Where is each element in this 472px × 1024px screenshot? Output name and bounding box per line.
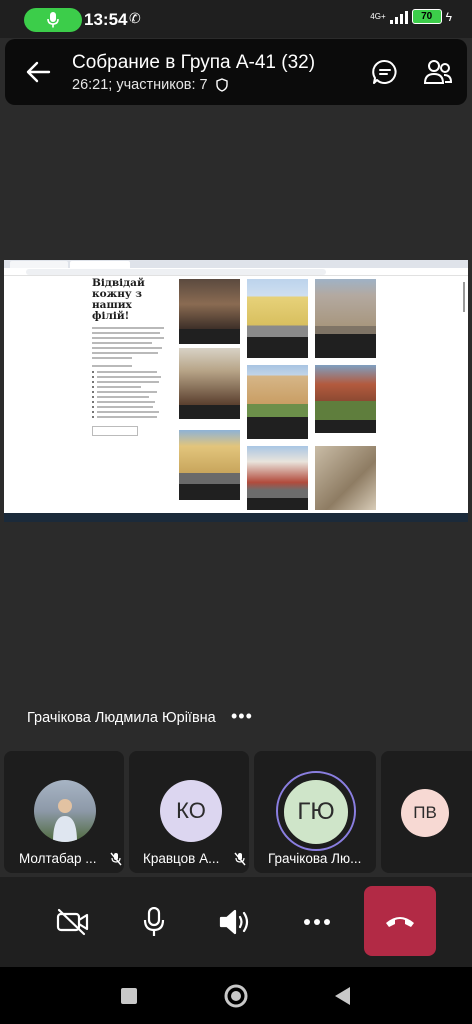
avatar: ПВ xyxy=(401,789,449,837)
status-bar: 13:54 ✆ 4G+ 70 ϟ xyxy=(0,0,472,38)
microphone-icon xyxy=(47,12,59,28)
end-call-button[interactable] xyxy=(364,886,436,956)
participant-name: Грачікова Лю... xyxy=(268,851,362,866)
shield-icon xyxy=(215,78,228,92)
back-button[interactable] xyxy=(23,57,55,87)
participant-tile[interactable]: ПВ xyxy=(381,751,472,873)
arrow-left-icon xyxy=(26,61,51,83)
recents-button[interactable] xyxy=(114,981,144,1011)
microphone-toggle-button[interactable] xyxy=(119,887,189,957)
chat-icon xyxy=(372,59,397,84)
meeting-subtitle: 26:21; участников: 7 xyxy=(72,77,228,93)
museum-card[interactable] xyxy=(315,446,376,510)
mic-active-indicator[interactable] xyxy=(24,8,82,32)
participant-tile[interactable]: Молтабар ... xyxy=(4,751,124,873)
meeting-header: Собрание в Група А-41 (32) 26:21; участн… xyxy=(5,39,467,105)
microphone-icon xyxy=(143,907,165,936)
avatar: КО xyxy=(160,780,222,842)
camera-off-icon xyxy=(56,908,89,936)
android-navigation-bar xyxy=(0,967,472,1024)
speaker-more-button[interactable]: ••• xyxy=(231,706,253,727)
museum-card[interactable] xyxy=(315,365,376,433)
page-intro: Відвідай кожну з наших філій! xyxy=(92,278,168,436)
page-heading: Відвідай кожну з наших філій! xyxy=(92,277,145,322)
square-icon xyxy=(121,988,137,1004)
museum-card[interactable] xyxy=(179,348,240,419)
speaker-toggle-button[interactable] xyxy=(200,887,270,957)
speaker-volume-icon xyxy=(219,909,249,935)
chat-button[interactable] xyxy=(370,57,400,87)
triangle-back-icon xyxy=(335,987,350,1005)
mic-off-icon xyxy=(234,852,246,866)
meeting-duration-participants: 26:21; участников: 7 xyxy=(72,77,208,93)
call-controls xyxy=(0,877,472,967)
participants-button[interactable] xyxy=(423,57,453,87)
avatar xyxy=(34,780,96,842)
participant-name: Молтабар ... xyxy=(19,851,97,866)
status-time: 13:54 xyxy=(84,10,128,29)
battery-icon: 70 xyxy=(411,9,442,24)
mic-off-icon xyxy=(110,852,122,866)
shared-screen[interactable]: Відвідай кожну з наших філій! xyxy=(4,260,468,522)
meeting-title: Собрание в Група А-41 (32) xyxy=(72,52,316,73)
more-options-button[interactable] xyxy=(282,887,352,957)
more-horizontal-icon xyxy=(304,919,330,925)
avatar-initials: ПВ xyxy=(413,803,437,822)
back-nav-button[interactable] xyxy=(327,981,357,1011)
camera-toggle-button[interactable] xyxy=(38,887,108,957)
museum-card[interactable] xyxy=(247,279,308,358)
signal-icon xyxy=(389,10,408,24)
participant-tile[interactable]: ГЮ Грачікова Лю... xyxy=(254,751,376,873)
phone-call-icon: ✆ xyxy=(129,10,141,26)
museum-card[interactable] xyxy=(179,430,240,500)
participant-tile[interactable]: КО Кравцов А... xyxy=(129,751,249,873)
person-photo-icon xyxy=(53,799,77,842)
page-scrollbar[interactable] xyxy=(463,282,465,312)
museum-card[interactable] xyxy=(315,279,376,358)
browser-tab-bar xyxy=(4,260,468,268)
museum-card[interactable] xyxy=(247,446,308,510)
windows-taskbar xyxy=(4,513,468,522)
network-type: 4G+ xyxy=(370,12,386,21)
speaker-name: Грачікова Людмила Юріївна xyxy=(27,710,216,726)
hang-up-icon xyxy=(386,917,414,927)
charging-icon: ϟ xyxy=(445,9,452,24)
status-indicators: 4G+ 70 ϟ xyxy=(370,9,452,24)
browser-address-bar xyxy=(4,268,468,276)
museum-card[interactable] xyxy=(179,279,240,344)
home-button[interactable] xyxy=(221,981,251,1011)
avatar: ГЮ xyxy=(281,777,351,847)
avatar-initials: КО xyxy=(176,798,206,823)
home-circle-icon xyxy=(224,984,248,1008)
participant-name: Кравцов А... xyxy=(143,851,220,866)
people-icon xyxy=(423,60,453,84)
avatar-initials: ГЮ xyxy=(297,798,335,825)
museum-card[interactable] xyxy=(247,365,308,439)
